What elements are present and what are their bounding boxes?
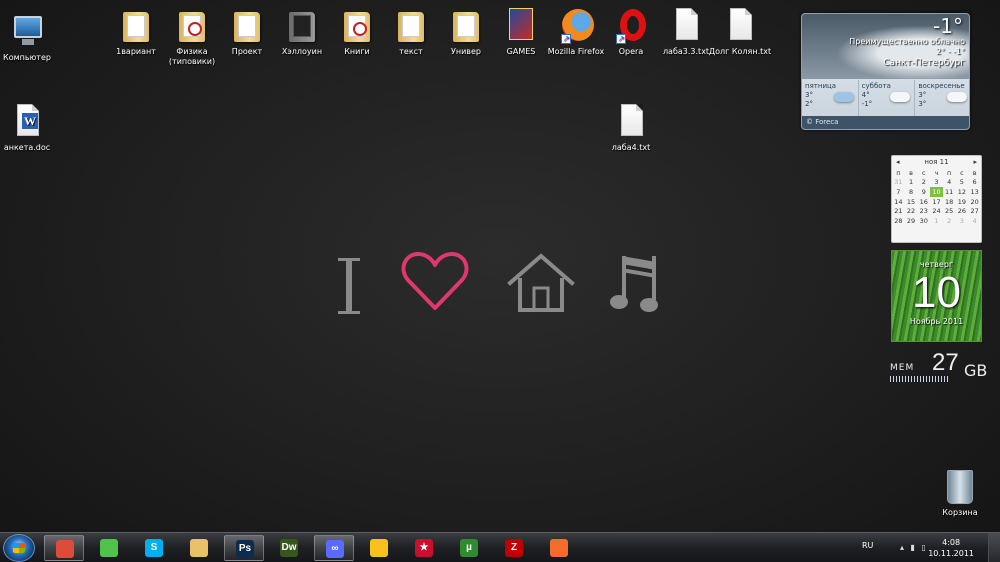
show-desktop-button[interactable] [988, 533, 1000, 562]
cloud-icon [947, 92, 968, 102]
folder-icon [447, 6, 485, 44]
taskbar-button[interactable]: Dw [269, 535, 309, 561]
weather-gadget[interactable]: -1° Преимущественно облачно 2° - -1° Сан… [801, 13, 970, 130]
desktop-icon-word-doc[interactable]: W анкета.doc [0, 102, 59, 153]
taskbar-button[interactable] [359, 535, 399, 561]
explorer-icon [190, 539, 208, 557]
computer-icon [8, 12, 46, 50]
calendar-today[interactable]: 10 [930, 187, 943, 197]
clock[interactable]: 4:08 10.11.2011 [928, 537, 974, 559]
calendar-week: 31 1 2 3 4 5 6 [894, 178, 977, 187]
prev-month-arrow[interactable]: ◂ [896, 158, 900, 166]
text-file-icon [667, 6, 705, 44]
text-file-icon [612, 102, 650, 140]
pokerstars-icon: ★ [415, 539, 433, 557]
weather-temp: -1° [933, 14, 963, 38]
recycle-bin-icon [947, 470, 973, 504]
memory-unit: GB [964, 361, 988, 380]
icq-icon [370, 539, 388, 557]
weather-provider[interactable]: © Foreca [802, 116, 969, 129]
calendar-day-number: 10 [912, 268, 961, 317]
firefox-icon: ↗ [557, 6, 595, 44]
memory-value: 27 [932, 349, 959, 376]
calendar-month-year: Ноябрь 2011 [909, 317, 964, 326]
wallpaper-art [330, 250, 670, 320]
heart-icon [401, 252, 469, 310]
taskbar-button[interactable] [44, 535, 84, 561]
memory-bar [890, 376, 950, 382]
cloud-icon [890, 92, 911, 102]
clock-date: 10.11.2011 [928, 549, 974, 558]
calendar-month: ноя 11 [924, 158, 949, 166]
skype-icon: S [145, 539, 163, 557]
weather-condition: Преимущественно облачно 2° - -1° [849, 37, 965, 56]
snow-cloud-icon [833, 92, 854, 102]
calendar-week: 14 15 16 17 18 19 20 [894, 197, 979, 206]
dreamweaver-icon: Dw [280, 539, 298, 557]
calendar-gadget[interactable]: ◂ ноя 11 ▸ пвсчпсв 31 1 2 3 4 5 6 7 8 9 10 11 12 13 … [891, 155, 982, 243]
weather-city: Санкт-Петербург [883, 58, 965, 68]
start-button[interactable] [3, 534, 35, 562]
taskbar-button[interactable]: S [134, 535, 174, 561]
taskbar-button[interactable]: Ps [224, 535, 264, 561]
music-note-icon [610, 256, 658, 312]
desktop-icon-recycle-bin[interactable]: Корзина [936, 470, 984, 517]
calendar-weekdays: пвсчпсв [896, 168, 977, 177]
letter-i-mark [338, 258, 360, 314]
desktop-icon-text-file[interactable]: лаба4.txt [599, 102, 663, 153]
filezilla-icon: Z [505, 539, 523, 557]
desktop-icon-computer[interactable]: Компьютер [0, 12, 59, 63]
forecast-day: пятница 3° 2° [802, 80, 859, 118]
opera-icon: ↗ [612, 6, 650, 44]
chrome-icon [56, 540, 74, 558]
memory-gadget[interactable]: MEM 27 GB [888, 349, 988, 385]
utorrent-like-icon [100, 539, 118, 557]
games-icon [502, 6, 540, 44]
forecast-day: воскресенье 3° 3° [915, 80, 969, 118]
language-indicator[interactable]: RU [862, 541, 873, 550]
taskbar-button[interactable]: ∞ [314, 535, 354, 561]
folder-icon [117, 6, 155, 44]
desktop-icon-folder[interactable]: 1вариант [104, 6, 168, 57]
photoshop-icon: Ps [236, 540, 254, 558]
folder-icon [228, 6, 266, 44]
house-icon [507, 253, 575, 312]
word-doc-icon: W [8, 102, 46, 140]
utorrent-icon: µ [460, 539, 478, 557]
weather-forecast: пятница 3° 2° суббота 4° -1° воскресенье… [802, 80, 969, 118]
forecast-day: суббота 4° -1° [859, 80, 916, 118]
pdf-folder-icon [173, 6, 211, 44]
taskbar-button[interactable]: µ [449, 535, 489, 561]
taskbar-button[interactable] [179, 535, 219, 561]
taskbar-button[interactable] [539, 535, 579, 561]
text-file-icon [721, 6, 759, 44]
calendar-grid: пвсчпсв 31 1 2 3 4 5 6 7 8 9 10 11 12 13 14 15 16 17 18 1… [892, 168, 981, 226]
system-tray: RU ▴ ▮ ▯ 4:08 10.11.2011 [850, 533, 1000, 562]
folder-icon [283, 6, 321, 44]
memory-label: MEM [890, 363, 915, 373]
origin-icon [550, 539, 568, 557]
clock-time: 4:08 [942, 538, 961, 547]
calendar-day-card[interactable]: четверг 10 Ноябрь 2011 [891, 250, 982, 342]
taskbar: S Ps Dw ∞ ★ µ Z RU ▴ ▮ ▯ 4:08 10.11.2011 [0, 532, 1000, 562]
taskbar-button[interactable] [89, 535, 129, 561]
calendar-week: 21 22 23 24 25 26 27 [894, 207, 979, 216]
calendar-week: 7 8 9 10 11 12 13 [896, 187, 979, 197]
calendar-week: 28 29 30 1 2 3 4 [894, 216, 977, 225]
calendar-header: ◂ ноя 11 ▸ [892, 156, 981, 168]
next-month-arrow[interactable]: ▸ [973, 158, 977, 166]
desktop-icon-text-file[interactable]: Долг Колян.txt [708, 6, 772, 57]
pdf-folder-icon [338, 6, 376, 44]
infinity-icon: ∞ [326, 540, 344, 558]
taskbar-button[interactable]: ★ [404, 535, 444, 561]
tray-icons[interactable]: ▴ ▮ ▯ [900, 543, 928, 552]
folder-icon [392, 6, 430, 44]
taskbar-button[interactable]: Z [494, 535, 534, 561]
